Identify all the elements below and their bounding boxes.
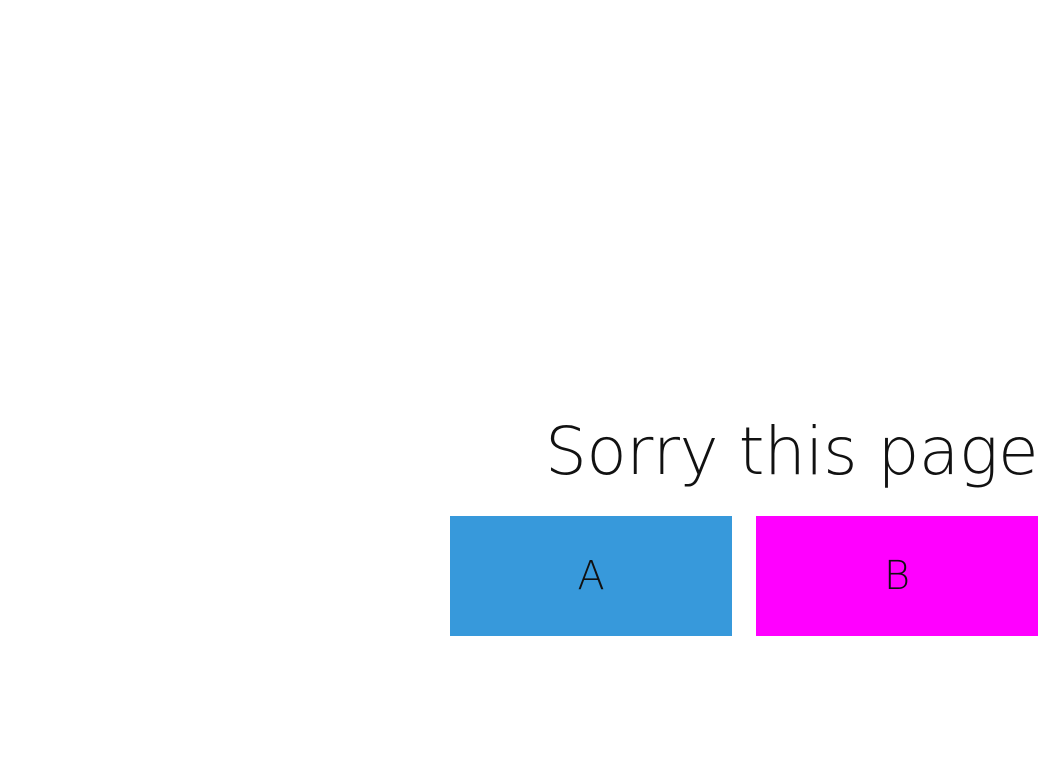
page: Sorry this page c A B bbox=[0, 0, 1050, 759]
option-b-button[interactable]: B bbox=[756, 516, 1038, 636]
option-a-button[interactable]: A bbox=[450, 516, 732, 636]
error-message: Sorry this page c bbox=[545, 413, 1050, 490]
